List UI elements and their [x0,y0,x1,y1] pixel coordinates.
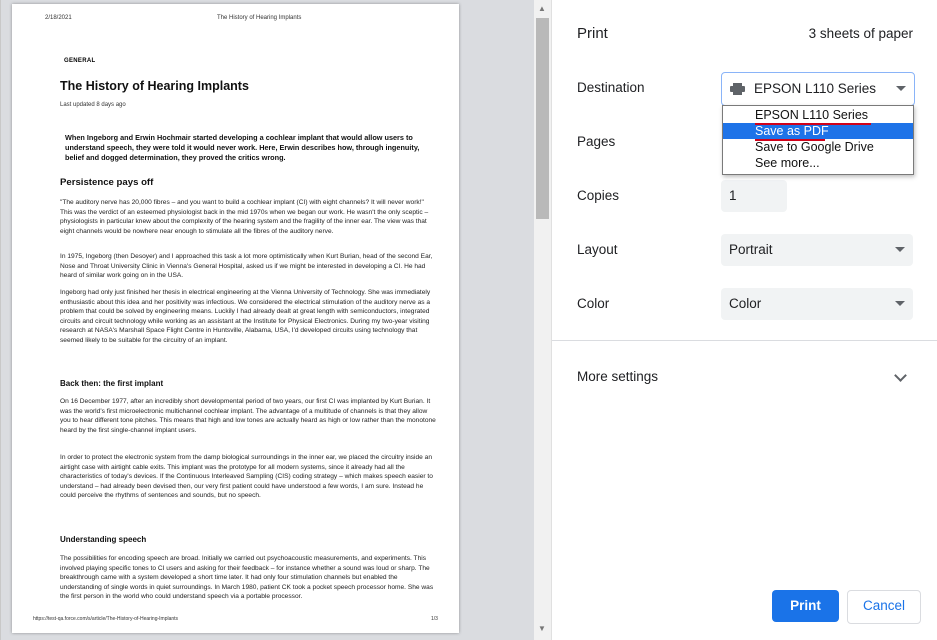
paragraph: In 1975, Ingeborg (then Desoyer) and I a… [60,253,433,280]
divider [552,340,937,341]
section-heading: Persistence pays off [60,177,154,188]
option-see-more[interactable]: See more... [723,155,913,171]
printer-icon [730,83,745,95]
pages-label: Pages [577,134,616,149]
paragraph: The possibilities for encoding speech ar… [60,555,434,601]
annotation-underline [755,139,825,141]
print-title: Print [577,25,608,42]
section-heading: Back then: the first implant [60,379,164,388]
destination-select[interactable]: EPSON L110 Series [721,72,915,106]
chevron-down-icon[interactable] [894,369,907,382]
scroll-down-arrow-icon[interactable]: ▼ [538,624,546,633]
color-select[interactable]: Color [721,288,913,320]
destination-label: Destination [577,80,645,95]
destination-dropdown-list: EPSON L110 Series Save as PDF Save to Go… [722,105,914,175]
print-settings-panel: Print 3 sheets of paper Destination EPSO… [551,0,937,640]
article-category: GENERAL [64,58,96,64]
destination-value: EPSON L110 Series [754,81,877,96]
preview-scrollbar[interactable]: ▲ ▼ [534,0,551,640]
option-save-to-google-drive[interactable]: Save to Google Drive [723,139,913,155]
page-number: 1/3 [431,616,438,622]
dropdown-caret-icon [895,247,905,252]
article-title: The History of Hearing Implants [60,79,249,93]
scrollbar-thumb[interactable] [536,18,549,219]
more-settings-toggle[interactable]: More settings [577,369,658,384]
paragraph: On 16 December 1977, after an incredibly… [60,398,436,434]
color-label: Color [577,296,610,311]
page-header-title: The History of Hearing Implants [217,15,302,21]
option-epson[interactable]: EPSON L110 Series [723,107,913,123]
print-preview-area: 2/18/2021 The History of Hearing Implant… [0,0,535,640]
cancel-button[interactable]: Cancel [847,590,921,624]
paragraph: Ingeborg had only just finished her thes… [60,289,431,344]
layout-label: Layout [577,242,618,257]
paragraph: In order to protect the electronic syste… [60,454,433,500]
copies-input[interactable]: 1 [721,180,787,212]
annotation-underline [755,123,871,125]
article-lead: When Ingeborg and Erwin Hochmair started… [65,133,420,162]
scroll-up-arrow-icon[interactable]: ▲ [538,4,546,13]
paragraph: "The auditory nerve has 20,000 fibres – … [60,199,429,235]
layout-select[interactable]: Portrait [721,234,913,266]
dropdown-caret-icon [895,301,905,306]
section-heading: Understanding speech [60,535,147,544]
copies-label: Copies [577,188,620,203]
article-updated: Last updated 8 days ago [60,102,126,108]
page-header-date: 2/18/2021 [45,15,72,21]
preview-page: 2/18/2021 The History of Hearing Implant… [12,4,459,633]
print-button[interactable]: Print [772,590,839,622]
option-save-as-pdf[interactable]: Save as PDF [723,123,913,139]
page-footer-url: https://test-qa.force.com/s/article/The-… [33,616,179,622]
sheet-count: 3 sheets of paper [808,26,913,41]
dropdown-caret-icon [896,86,906,91]
